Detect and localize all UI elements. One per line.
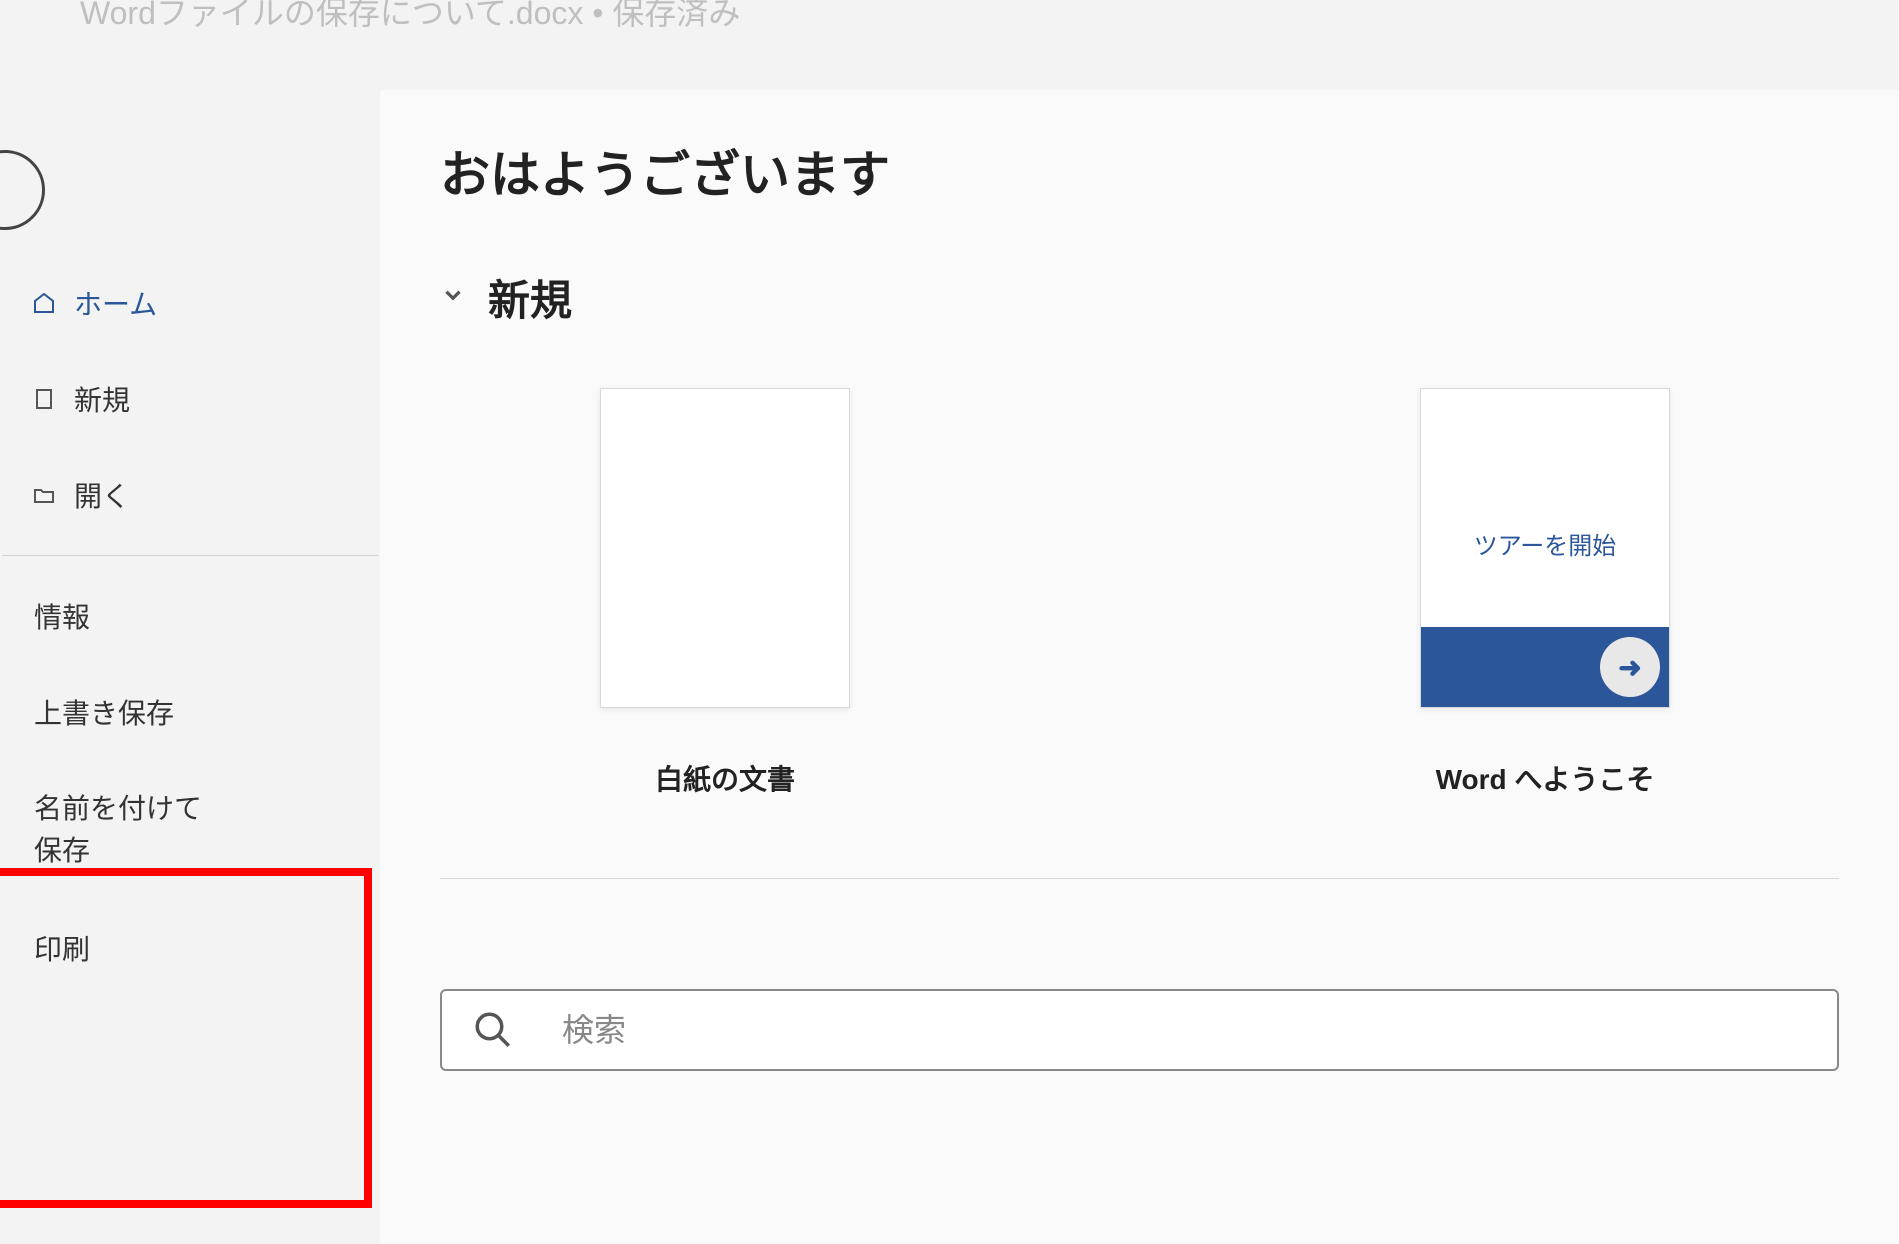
sidebar-item-info[interactable]: 情報 [0, 568, 380, 664]
sidebar-info-label: 情報 [34, 596, 90, 636]
sidebar-open-label: 開く [74, 475, 130, 515]
document-title: Wordファイルの保存について.docx • 保存済み [80, 0, 740, 34]
new-section-title: 新規 [488, 267, 572, 328]
new-icon [32, 387, 56, 411]
templates-row: 白紙の文書 ツアーを開始 ➜ Word へようこそ [440, 388, 1839, 798]
new-section-header[interactable]: 新規 [440, 267, 1839, 328]
template-welcome-thumb-footer: ➜ [1421, 627, 1669, 707]
title-bar: Wordファイルの保存について.docx • 保存済み [0, 0, 1899, 50]
template-welcome[interactable]: ツアーを開始 ➜ Word へようこそ [1420, 388, 1670, 798]
sidebar-home-label: ホーム [74, 283, 157, 323]
chevron-down-icon [440, 282, 466, 314]
template-blank-label: 白紙の文書 [655, 758, 795, 798]
template-welcome-thumb-text: ツアーを開始 [1421, 389, 1669, 627]
sidebar-save-label: 上書き保存 [34, 692, 174, 732]
sidebar-divider [2, 555, 378, 556]
sidebar-item-open[interactable]: 開く [0, 447, 380, 543]
sidebar-save-as-label: 名前を付けて保存 [34, 788, 208, 872]
template-welcome-label: Word へようこそ [1436, 758, 1655, 798]
sidebar-print-label: 印刷 [34, 928, 90, 968]
arrow-right-icon: ➜ [1600, 637, 1660, 697]
sidebar-item-home[interactable]: ホーム [0, 255, 380, 351]
template-blank[interactable]: 白紙の文書 [600, 388, 850, 798]
open-icon [32, 483, 56, 507]
template-welcome-thumb: ツアーを開始 ➜ [1420, 388, 1670, 708]
sidebar-item-save-as[interactable]: 名前を付けて保存 [0, 760, 240, 900]
main-content: おはようございます 新規 白紙の文書 ツアーを開始 ➜ [380, 90, 1899, 1244]
backstage-sidebar: ホーム 新規 開く 情報 [0, 50, 380, 1244]
search-input[interactable] [562, 1012, 1807, 1049]
search-box[interactable] [440, 989, 1839, 1071]
template-blank-thumb [600, 388, 850, 708]
sidebar-item-save[interactable]: 上書き保存 [0, 664, 380, 760]
section-divider [440, 878, 1839, 879]
search-icon [472, 1009, 514, 1051]
greeting-heading: おはようございます [440, 135, 1839, 207]
home-icon [32, 291, 56, 315]
sidebar-item-print[interactable]: 印刷 [0, 900, 380, 996]
sidebar-new-label: 新規 [74, 379, 130, 419]
back-button[interactable] [0, 150, 45, 230]
sidebar-item-new[interactable]: 新規 [0, 351, 380, 447]
